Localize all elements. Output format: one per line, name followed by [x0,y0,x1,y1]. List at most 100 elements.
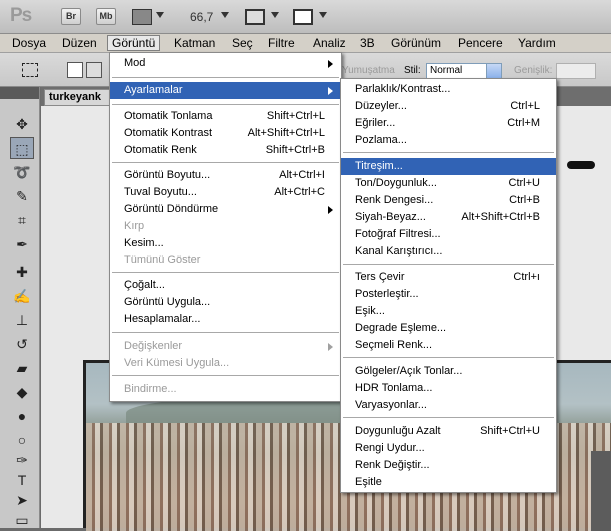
menu-analysis[interactable]: Analiz [309,36,350,52]
image-menu-item-auto-color[interactable]: Otomatik Renk Shift+Ctrl+B [110,142,341,159]
adjust-item-vibrance[interactable]: Titreşim... [341,158,556,175]
eraser-tool-icon[interactable]: ▰ [10,357,34,379]
paint-bucket-tool-icon[interactable]: ◆ [10,381,34,403]
chevron-down-icon[interactable] [319,12,327,18]
adjust-item-levels[interactable]: Düzeyler... Ctrl+L [341,98,556,115]
image-menu-item-trim[interactable]: Kesim... [110,235,341,252]
dodge-tool-icon[interactable]: ○ [10,429,34,451]
image-menu-item-auto-contrast[interactable]: Otomatik Kontrast Alt+Shift+Ctrl+L [110,125,341,142]
chevron-down-icon[interactable] [271,12,279,18]
move-tool-icon[interactable]: ✥ [10,113,34,135]
screen-mode-icon[interactable] [293,9,313,25]
adjust-item-exposure[interactable]: Pozlama... [341,132,556,149]
image-menu: Mod Ayarlamalar Otomatik Tonlama Shift+Ct… [109,52,342,402]
width-input[interactable] [556,63,596,79]
adjust-item-gradient-map[interactable]: Degrade Eşleme... [341,320,556,337]
image-menu-item-auto-tone[interactable]: Otomatik Tonlama Shift+Ctrl+L [110,108,341,125]
style-label: Stil: [404,65,421,76]
add-selection-icon[interactable] [86,62,102,78]
adjust-item-threshold[interactable]: Eşik... [341,303,556,320]
image-menu-item-calculations[interactable]: Hesaplamalar... [110,311,341,328]
lasso-tool-icon[interactable]: ➰ [10,161,34,183]
menu-separator [343,417,554,418]
image-menu-item-crop[interactable]: Kırp [110,218,341,235]
menu-select[interactable]: Seç [228,36,257,52]
chevron-down-icon[interactable] [221,12,229,18]
menu-view[interactable]: Görünüm [387,36,445,52]
adjust-item-black-white[interactable]: Siyah-Beyaz... Alt+Shift+Ctrl+B [341,209,556,226]
image-menu-item-apply-data-set[interactable]: Veri Kümesi Uygula... [110,355,341,372]
image-menu-item-adjustments[interactable]: Ayarlamalar [110,82,341,99]
adjust-item-replace-color[interactable]: Renk Değiştir... [341,457,556,474]
history-brush-tool-icon[interactable]: ↺ [10,333,34,355]
clone-stamp-tool-icon[interactable]: ⊥ [10,309,34,331]
chevron-down-icon[interactable] [486,63,502,79]
photo-tower [591,451,611,531]
image-menu-item-reveal-all[interactable]: Tümünü Göster [110,252,341,269]
eyedropper-tool-icon[interactable]: ✒ [10,233,34,255]
adjust-item-hdr-toning[interactable]: HDR Tonlama... [341,380,556,397]
new-selection-icon[interactable] [67,62,83,78]
tools-panel-header[interactable] [0,87,39,99]
adjust-item-channel-mixer[interactable]: Kanal Karıştırıcı... [341,243,556,260]
menu-separator [112,104,339,105]
adjust-item-shadows-highlights[interactable]: Gölgeler/Açık Tonlar... [341,363,556,380]
adjust-item-equalize[interactable]: Eşitle [341,474,556,491]
zoom-level[interactable]: 66,7 [190,10,213,24]
image-menu-item-image-size[interactable]: Görüntü Boyutu... Alt+Ctrl+I [110,167,341,184]
adjust-item-desaturate[interactable]: Doygunluğu Azalt Shift+Ctrl+U [341,423,556,440]
arrange-documents-icon[interactable] [245,9,265,25]
image-menu-item-trap[interactable]: Bindirme... [110,381,341,398]
menu-3d[interactable]: 3B [356,36,379,52]
menu-separator [112,77,339,78]
image-menu-item-variables[interactable]: Değişkenler [110,338,341,355]
adjust-item-curves[interactable]: Eğriler... Ctrl+M [341,115,556,132]
antialias-label: Yumuşatma [342,65,395,76]
menu-separator [112,332,339,333]
width-label: Genişlik: [514,65,553,76]
menu-help[interactable]: Yardım [514,36,560,52]
marquee-preset-icon[interactable] [22,63,38,77]
chevron-right-icon [328,343,333,351]
adjust-item-color-balance[interactable]: Renk Dengesi... Ctrl+B [341,192,556,209]
adjustments-submenu: Parlaklık/Kontrast... Düzeyler... Ctrl+L … [340,78,557,493]
menu-edit[interactable]: Düzen [58,36,101,52]
quick-select-tool-icon[interactable]: ✎ [10,185,34,207]
adjust-item-invert[interactable]: Ters Çevir Ctrl+ı [341,269,556,286]
bridge-button[interactable]: Br [61,8,81,25]
pen-tool-icon[interactable]: ✑ [10,449,34,471]
menu-file[interactable]: Dosya [8,36,50,52]
adjust-item-photo-filter[interactable]: Fotoğraf Filtresi... [341,226,556,243]
crop-tool-icon[interactable]: ⌗ [10,209,34,231]
chevron-down-icon[interactable] [156,12,164,18]
chevron-right-icon [328,60,333,68]
path-selection-tool-icon[interactable]: ➤ [10,489,34,511]
adjust-item-hue-saturation[interactable]: Ton/Doygunluk... Ctrl+U [341,175,556,192]
adjust-item-match-color[interactable]: Rengi Uydur... [341,440,556,457]
view-extras-icon[interactable] [132,9,152,25]
adjust-item-selective-color[interactable]: Seçmeli Renk... [341,337,556,354]
image-menu-item-apply-image[interactable]: Görüntü Uygula... [110,294,341,311]
adjust-item-variations[interactable]: Varyasyonlar... [341,397,556,414]
blur-tool-icon[interactable]: ● [10,405,34,427]
image-menu-item-canvas-size[interactable]: Tuval Boyutu... Alt+Ctrl+C [110,184,341,201]
menu-image[interactable]: Görüntü [107,35,161,51]
menu-separator [343,152,554,153]
healing-brush-tool-icon[interactable]: ✚ [10,261,34,283]
photoshop-logo: Ps [10,5,32,26]
adjust-item-brightness-contrast[interactable]: Parlaklık/Kontrast... [341,81,556,98]
image-menu-item-duplicate[interactable]: Çoğalt... [110,277,341,294]
menu-separator [112,162,339,163]
application-bar: Ps Br Mb 66,7 [0,0,611,34]
menu-layer[interactable]: Katman [170,36,219,52]
image-menu-item-image-rotation[interactable]: Görüntü Döndürme [110,201,341,218]
minibridge-button[interactable]: Mb [96,8,116,25]
menu-window[interactable]: Pencere [454,36,507,52]
menu-filter[interactable]: Filtre [264,36,299,52]
adjust-item-posterize[interactable]: Posterleştir... [341,286,556,303]
brush-tool-icon[interactable]: ✍ [10,285,34,307]
marquee-tool-icon[interactable]: ⬚ [10,137,34,159]
type-tool-icon[interactable]: T [10,469,34,491]
tools-panel: ✥ ⬚ ➰ ✎ ⌗ ✒ ✚ ✍ ⊥ ↺ ▰ ◆ ● ○ ✑ T ➤ ▭ [0,87,40,528]
image-menu-item-mode[interactable]: Mod [110,55,341,72]
